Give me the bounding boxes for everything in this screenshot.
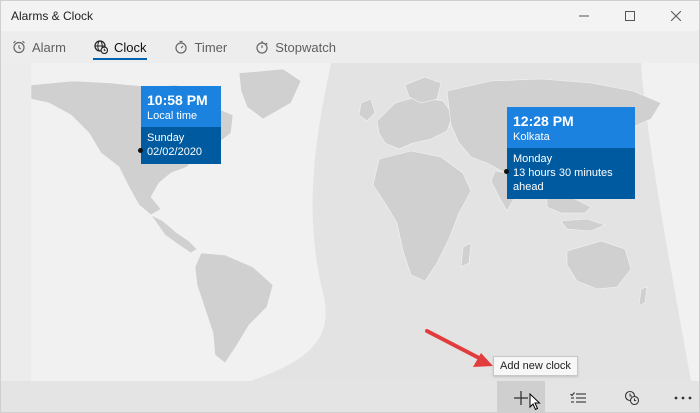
kolkata-time: 12:28 PM [513, 113, 574, 129]
select-clocks-button[interactable] [554, 381, 602, 412]
maximize-button[interactable] [607, 1, 653, 31]
command-bar [1, 381, 699, 412]
tab-timer[interactable]: Timer [171, 33, 230, 61]
tab-timer-label: Timer [194, 39, 228, 55]
kolkata-label: Kolkata [513, 131, 550, 143]
local-date: 02/02/2020 [147, 146, 203, 158]
tab-clock-label: Clock [113, 39, 147, 55]
close-icon [671, 11, 681, 21]
tab-bar: Alarm Clock Timer Stopwatch [9, 33, 339, 61]
clock-card-kolkata-footer: Monday 13 hours 30 minutes ahead [507, 148, 635, 199]
tab-clock[interactable]: Clock [91, 33, 150, 61]
pin-to-start-icon [624, 390, 640, 405]
more-options-button[interactable] [659, 381, 699, 412]
app-title: Alarms & Clock [11, 9, 94, 23]
globe-clock-icon [94, 40, 108, 54]
clock-card-local-footer: Sunday 02/02/2020 [141, 127, 221, 164]
clock-card-local[interactable]: 10:58 PM Local time Sunday 02/02/2020 [141, 86, 221, 164]
local-location-pin [138, 148, 143, 153]
close-button[interactable] [653, 1, 699, 31]
tab-alarm[interactable]: Alarm [9, 33, 69, 61]
clock-card-kolkata-header: 12:28 PM Kolkata [507, 107, 635, 148]
minimize-button[interactable] [561, 1, 607, 31]
tab-stopwatch[interactable]: Stopwatch [252, 33, 339, 61]
timer-icon [175, 40, 188, 54]
add-clock-button[interactable] [497, 381, 545, 412]
local-time: 10:58 PM [147, 92, 208, 108]
kolkata-day: Monday [513, 153, 553, 165]
stopwatch-icon [256, 41, 268, 54]
clock-card-kolkata[interactable]: 12:28 PM Kolkata Monday 13 hours 30 minu… [507, 107, 635, 199]
world-map: 10:58 PM Local time Sunday 02/02/2020 12… [1, 63, 699, 381]
local-time-label: Local time [147, 110, 198, 122]
add-clock-tooltip: Add new clock [493, 356, 578, 376]
kolkata-offset: 13 hours 30 minutes ahead [513, 167, 613, 193]
clock-card-local-header: 10:58 PM Local time [141, 86, 221, 127]
maximize-icon [625, 11, 635, 21]
more-icon [674, 396, 692, 399]
select-list-icon [570, 391, 586, 403]
alarm-icon [13, 40, 25, 54]
plus-icon [514, 390, 528, 405]
kolkata-location-pin [504, 169, 509, 174]
tab-stopwatch-label: Stopwatch [275, 39, 336, 55]
title-bar: Alarms & Clock [1, 1, 699, 31]
window-controls [561, 1, 699, 31]
local-day: Sunday [147, 132, 185, 144]
compare-clocks-button[interactable] [608, 381, 656, 412]
app-window: Alarms & Clock Alarm Clock Timer Stopwat… [0, 0, 700, 413]
minimize-icon [579, 15, 589, 17]
mouse-cursor-icon [529, 393, 541, 411]
tab-alarm-label: Alarm [32, 39, 66, 55]
